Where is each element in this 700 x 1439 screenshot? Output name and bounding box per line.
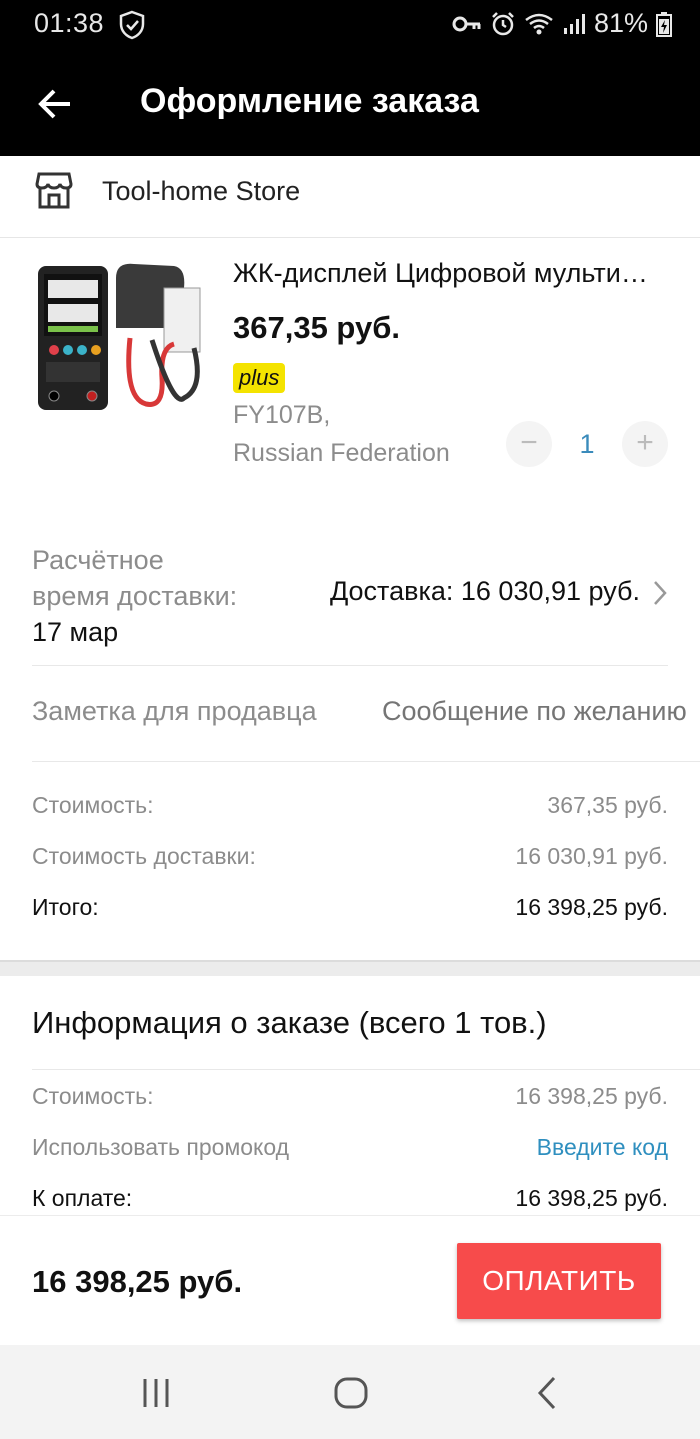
quantity-decrease-button[interactable]: − [506, 421, 552, 467]
product-price: 367,35 руб. [233, 310, 400, 345]
summary-shipping-row: Стоимость доставки: 16 030,91 руб. [32, 833, 668, 884]
product-card: ЖК-дисплей Цифровой мульти… 367,35 руб. … [0, 238, 700, 498]
order-info: Стоимость: 16 398,25 руб. Использовать п… [32, 1073, 668, 1226]
battery-icon [656, 11, 672, 37]
promo-code-label: Использовать промокод [32, 1134, 290, 1160]
pay-button[interactable]: ОПЛАТИТЬ [457, 1243, 661, 1319]
product-image[interactable] [34, 258, 210, 418]
delivery-time-label: Расчётное время доставки: [32, 542, 237, 614]
system-nav-bar [0, 1345, 700, 1439]
order-cost-row: Стоимость: 16 398,25 руб. [32, 1073, 668, 1124]
summary-total-label: Итого: [32, 894, 99, 920]
order-cost-label: Стоимость: [32, 1083, 154, 1109]
delivery-time-label-line2: время доставки: [32, 581, 238, 611]
order-info-title: Информация о заказе (всего 1 тов.) [32, 1005, 547, 1040]
key-icon [452, 14, 482, 34]
delivery-time-label-line1: Расчётное [32, 545, 164, 575]
quantity-increase-button[interactable]: + [622, 421, 668, 467]
product-name[interactable]: ЖК-дисплей Цифровой мульти… [233, 258, 663, 289]
quantity-value: 1 [579, 428, 595, 459]
quantity-stepper: − 1 + [506, 421, 668, 467]
variant-ship-from: Russian Federation [233, 439, 450, 467]
signal-icon [562, 12, 586, 36]
product-variant: FY107B, Russian Federation [233, 396, 450, 472]
status-time: 01:38 [34, 8, 105, 38]
order-info-separator [32, 1069, 700, 1070]
variant-model: FY107B, [233, 401, 331, 429]
summary-cost-row: Стоимость: 367,35 руб. [32, 782, 668, 833]
promo-code-row[interactable]: Использовать промокод Введите код [32, 1124, 668, 1175]
status-bar: 01:38 81% [0, 0, 700, 52]
store-name: Tool-home Store [102, 176, 301, 206]
summary-cost-label: Стоимость: [32, 792, 154, 818]
delivery-row[interactable]: Расчётное время доставки: 17 мар Доставк… [32, 542, 668, 666]
shield-icon [118, 10, 146, 40]
home-icon[interactable] [331, 1373, 371, 1413]
seller-note-row: Заметка для продавца [32, 666, 700, 762]
seller-note-input[interactable] [382, 696, 700, 727]
summary-total-row: Итого: 16 398,25 руб. [32, 884, 668, 935]
checkout-bar: 16 398,25 руб. ОПЛАТИТЬ [0, 1215, 700, 1345]
delivery-cost: Доставка: 16 030,91 руб. [329, 576, 640, 606]
back-arrow-icon[interactable] [34, 82, 78, 126]
summary-shipping-value: 16 030,91 руб. [515, 843, 668, 869]
alarm-icon [490, 11, 516, 37]
wifi-icon [524, 12, 554, 36]
store-icon [34, 170, 74, 215]
summary-total-value: 16 398,25 руб. [515, 894, 668, 920]
recent-apps-icon[interactable] [136, 1373, 176, 1413]
chevron-right-icon [652, 579, 668, 612]
page-title: Оформление заказа [140, 82, 479, 120]
nav-back-icon[interactable] [528, 1373, 568, 1413]
plus-badge: plus [233, 363, 286, 393]
price-summary: Стоимость: 367,35 руб. Стоимость доставк… [32, 782, 668, 935]
order-cost-value: 16 398,25 руб. [515, 1083, 668, 1109]
enter-promo-code-link[interactable]: Введите код [537, 1124, 668, 1175]
battery-level: 81% [593, 8, 648, 38]
store-row[interactable]: Tool-home Store [0, 156, 700, 238]
checkout-total: 16 398,25 руб. [32, 1264, 243, 1299]
seller-note-label: Заметка для продавца [32, 696, 317, 726]
summary-cost-value: 367,35 руб. [547, 792, 668, 818]
summary-shipping-label: Стоимость доставки: [32, 843, 256, 869]
delivery-date: 17 мар [32, 617, 119, 647]
section-divider [0, 960, 700, 976]
app-bar: Оформление заказа [0, 52, 700, 156]
